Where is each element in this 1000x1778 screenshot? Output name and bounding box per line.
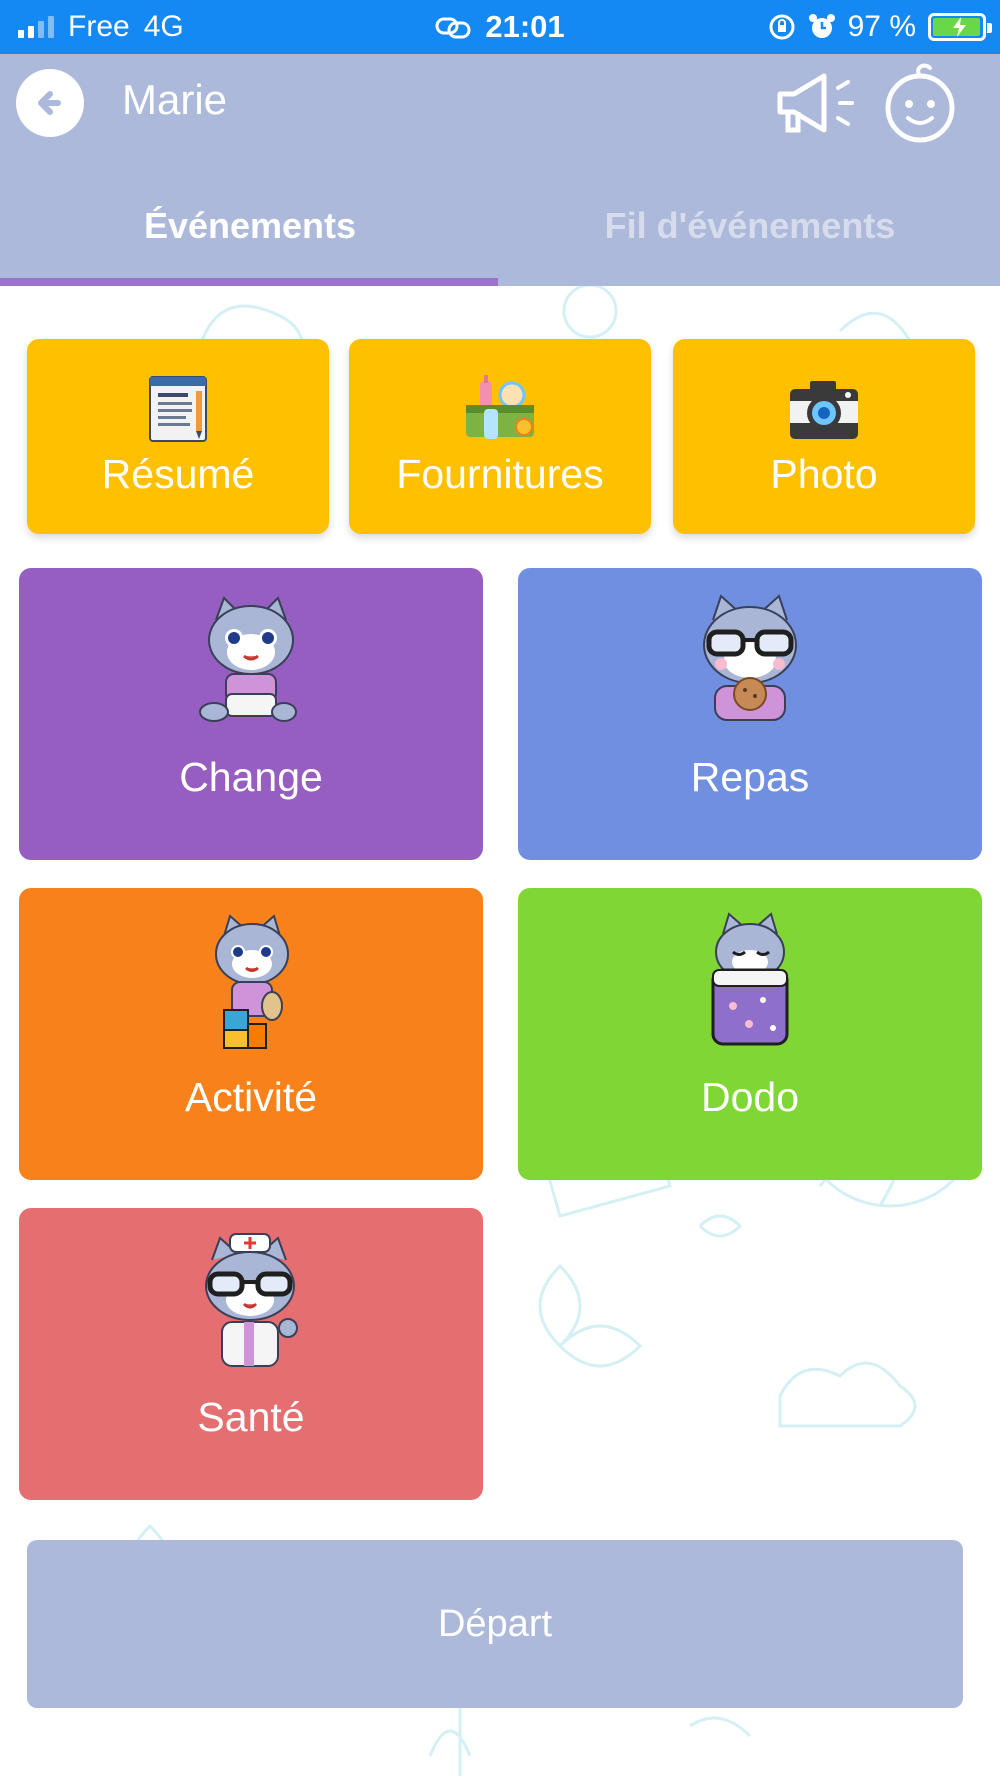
resume-button[interactable]: Résumé bbox=[27, 339, 329, 534]
back-arrow-icon bbox=[38, 91, 61, 115]
dodo-label: Dodo bbox=[700, 1074, 799, 1120]
page-title: Marie bbox=[122, 76, 228, 123]
photo-button[interactable]: Photo bbox=[673, 339, 975, 534]
app-header: Marie Événements Fil d'événements bbox=[0, 54, 1000, 286]
change-label: Change bbox=[179, 754, 323, 800]
document-icon bbox=[149, 376, 207, 442]
fournitures-button[interactable]: Fournitures bbox=[349, 339, 651, 534]
cat-blocks-icon bbox=[215, 914, 289, 1049]
repas-label: Repas bbox=[690, 754, 810, 800]
back-button[interactable] bbox=[16, 69, 84, 137]
alarm-icon bbox=[808, 14, 835, 38]
tab-bar: Événements Fil d'événements bbox=[0, 170, 1000, 286]
supplies-icon bbox=[466, 375, 534, 439]
rotation-lock-icon bbox=[769, 14, 795, 40]
cat-diaper-icon bbox=[199, 596, 297, 722]
tab-fil-evenements[interactable]: Fil d'événements bbox=[500, 170, 1000, 282]
baby-face-icon[interactable] bbox=[880, 62, 960, 144]
fournitures-label: Fournitures bbox=[396, 451, 604, 497]
battery-icon bbox=[928, 13, 992, 41]
tab-evenements[interactable]: Événements bbox=[0, 170, 500, 282]
cat-sleep-icon bbox=[711, 912, 789, 1046]
repas-button[interactable]: Repas bbox=[518, 568, 982, 860]
activite-button[interactable]: Activité bbox=[19, 888, 483, 1180]
cat-nurse-icon bbox=[205, 1233, 298, 1367]
activite-label: Activité bbox=[184, 1074, 318, 1120]
status-right: 97 % bbox=[768, 0, 992, 54]
battery-percent: 97 % bbox=[847, 10, 916, 43]
events-content: Résumé Fournitures Photo Change Repas Ac… bbox=[0, 286, 1000, 1778]
active-tab-indicator bbox=[0, 278, 498, 286]
megaphone-icon[interactable] bbox=[774, 66, 860, 142]
dodo-button[interactable]: Dodo bbox=[518, 888, 982, 1180]
cat-meal-icon bbox=[703, 594, 797, 721]
change-button[interactable]: Change bbox=[19, 568, 483, 860]
depart-button[interactable]: Départ bbox=[27, 1540, 963, 1708]
status-bar: Free 4G 21:01 97 % bbox=[0, 0, 1000, 54]
clock: 21:01 bbox=[485, 9, 565, 44]
link-icon bbox=[435, 17, 471, 39]
sante-button[interactable]: Santé bbox=[19, 1208, 483, 1500]
sante-label: Santé bbox=[197, 1394, 305, 1440]
camera-icon bbox=[790, 381, 858, 439]
resume-label: Résumé bbox=[101, 451, 255, 497]
photo-label: Photo bbox=[770, 451, 878, 497]
